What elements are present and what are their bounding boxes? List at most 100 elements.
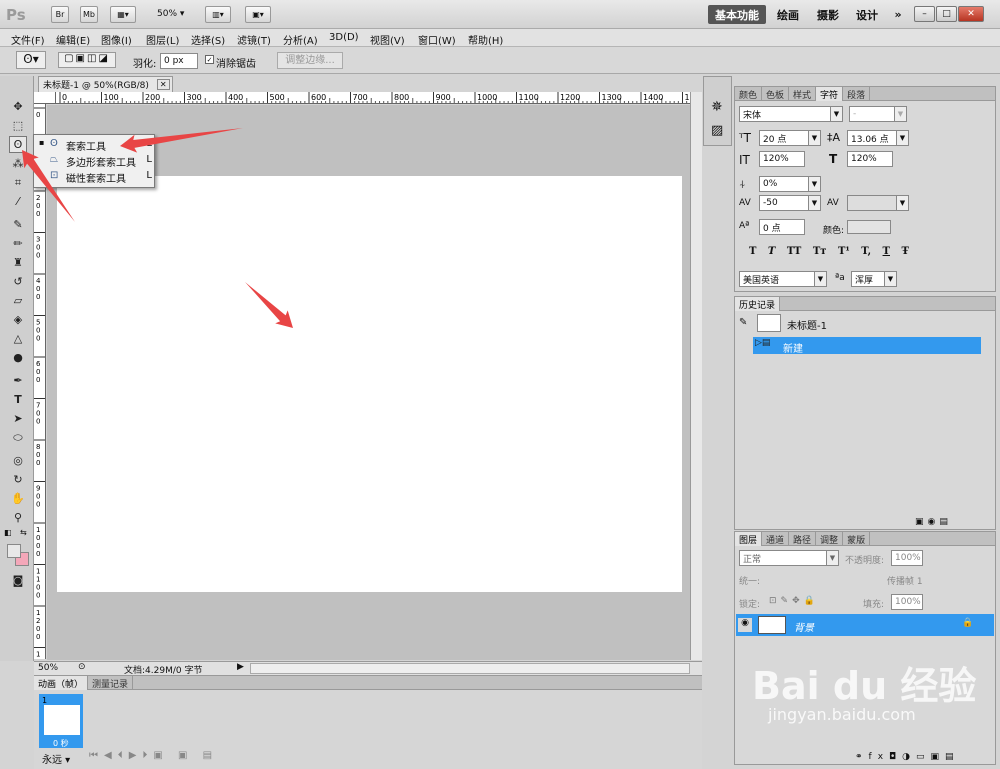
workspace-essentials[interactable]: 基本功能 (708, 5, 766, 24)
font-family-select[interactable]: 宋体 ▼ (739, 106, 843, 122)
lock-icons[interactable]: ⊡✎✥🔒 (769, 596, 819, 606)
antialias-checkbox[interactable]: ✓ (205, 55, 214, 64)
mini-bridge-button[interactable]: Mb (80, 6, 98, 23)
history-state-row[interactable]: ▷▤ 新建 (753, 337, 981, 355)
paint-bucket-tool-icon[interactable]: ◈ (9, 311, 27, 328)
screen-mode-button[interactable]: ▣▾ (245, 6, 271, 23)
font-style-select[interactable]: - ▼ (849, 106, 907, 122)
ruler-origin[interactable] (34, 92, 56, 104)
vertical-scrollbar[interactable] (690, 92, 702, 660)
small-caps-button[interactable]: Tт (813, 246, 827, 257)
zoom-percent[interactable]: 50% (38, 663, 58, 673)
tab-measurement-log[interactable]: 测量记录 (88, 676, 134, 690)
selection-mode-group[interactable]: ▢▣◫◪ (58, 52, 116, 68)
document-tab[interactable]: 未标题-1 @ 50%(RGB/8) ✕ (38, 76, 173, 92)
3d-orbit-tool-icon[interactable]: ↻ (9, 471, 27, 488)
workspace-painting[interactable]: 绘画 (770, 5, 806, 24)
eyedropper-tool-icon[interactable]: ⁄ (9, 193, 27, 210)
leading-select[interactable]: 13.06 点 ▼ (847, 130, 909, 146)
tab-paragraph[interactable]: 段落 (843, 87, 871, 101)
clone-stamp-tool-icon[interactable]: ♜ (9, 254, 27, 271)
language-select[interactable]: 美国英语 ▼ (739, 271, 827, 287)
menu-window[interactable]: 窗口(W) (418, 32, 456, 47)
horizontal-ruler[interactable]: 0 100 200 300 400 500 600 700 800 900 1000 1100 1200… (56, 92, 690, 104)
menu-image[interactable]: 图像(I) (101, 32, 132, 47)
status-arrow-icon[interactable]: ▶ (237, 662, 244, 672)
zoom-tool-icon[interactable]: ⚲ (9, 509, 27, 526)
maximize-button[interactable]: □ (936, 6, 957, 22)
swap-colors-icon[interactable]: ⇆ (20, 528, 27, 537)
workspace-design[interactable]: 设计 (849, 5, 885, 24)
tab-swatches[interactable]: 色板 (762, 87, 790, 101)
text-color-swatch[interactable] (847, 220, 891, 234)
baseline-shift-input[interactable]: 0 点 (759, 219, 805, 235)
frame-delay[interactable]: 0 秒 (53, 738, 69, 749)
status-menu-icon[interactable]: ⊙ (78, 662, 86, 672)
brush-tool-icon[interactable]: ✏ (9, 235, 27, 252)
navigator-icon[interactable]: ✵ (711, 99, 723, 115)
feather-input[interactable]: 0 px (160, 53, 198, 69)
more-workspaces-icon[interactable]: » (888, 5, 908, 24)
shape-tool-icon[interactable]: ⬭ (9, 429, 27, 446)
menu-select[interactable]: 选择(S) (191, 32, 225, 47)
all-caps-button[interactable]: TT (787, 246, 802, 257)
zoom-level-dropdown[interactable]: 50% ▾ (157, 9, 184, 19)
blur-tool-icon[interactable]: △ (9, 330, 27, 347)
snapshot-brush-icon[interactable]: ✎ (739, 317, 747, 328)
bridge-button[interactable]: Br (51, 6, 69, 23)
close-document-icon[interactable]: ✕ (156, 79, 170, 90)
3d-rotate-tool-icon[interactable]: ◎ (9, 452, 27, 469)
quick-mask-icon[interactable]: ◙ (9, 572, 27, 589)
blend-mode-select[interactable]: 正常 ▼ (739, 550, 839, 566)
view-extras-button[interactable]: ▦▾ (110, 6, 136, 23)
tab-masks[interactable]: 蒙版 (843, 532, 871, 546)
superscript-button[interactable]: T¹ (838, 246, 850, 257)
faux-italic-button[interactable]: T (768, 246, 775, 257)
hand-tool-icon[interactable]: ✋ (9, 490, 27, 507)
snapshot-label[interactable]: 未标题-1 (787, 317, 827, 332)
close-button[interactable]: ✕ (958, 6, 984, 22)
tracking-select[interactable]: -50 ▼ (759, 195, 821, 211)
fill-input[interactable]: 100% (891, 594, 923, 610)
type-tool-icon[interactable]: T (9, 391, 27, 408)
faux-bold-button[interactable]: T (749, 246, 756, 257)
marquee-tool-icon[interactable]: ⬚ (9, 117, 27, 134)
move-tool-icon[interactable]: ✥ (9, 98, 27, 115)
menu-view[interactable]: 视图(V) (370, 32, 405, 47)
propagate-frame-label[interactable]: 传播帧 1 (887, 574, 923, 587)
underline-button[interactable]: T (883, 246, 890, 257)
opacity-input[interactable]: 100% (891, 550, 923, 566)
workspace-photography[interactable]: 摄影 (810, 5, 846, 24)
layer-row-background[interactable]: ◉ 背景 🔒 (736, 614, 994, 636)
vertical-scale-input[interactable]: 120% (759, 151, 805, 167)
default-colors-icon[interactable]: ◧ (4, 528, 12, 537)
tab-history[interactable]: 历史记录 (735, 297, 781, 311)
tab-color[interactable]: 颜色 (735, 87, 763, 101)
history-brush-tool-icon[interactable]: ↺ (9, 273, 27, 290)
horizontal-scale-input[interactable]: 120% (847, 151, 893, 167)
healing-brush-tool-icon[interactable]: ✎ (9, 216, 27, 233)
visibility-eye-icon[interactable]: ◉ (738, 618, 752, 632)
subscript-button[interactable]: T, (861, 246, 871, 257)
tsume-select[interactable]: 0% ▼ (759, 176, 821, 192)
crop-tool-icon[interactable]: ⌗ (9, 174, 27, 191)
pen-tool-icon[interactable]: ✒ (9, 372, 27, 389)
eraser-tool-icon[interactable]: ▱ (9, 292, 27, 309)
path-selection-tool-icon[interactable]: ➤ (9, 410, 27, 427)
loop-option[interactable]: 永远 ▾ (42, 751, 70, 766)
horizontal-scrollbar[interactable] (250, 663, 690, 674)
menu-file[interactable]: 文件(F) (11, 32, 45, 47)
arrange-documents-button[interactable]: ▥▾ (205, 6, 231, 23)
tab-character[interactable]: 字符 (816, 87, 844, 101)
quick-selection-tool-icon[interactable]: ⁂ (9, 155, 27, 172)
layer-actions[interactable]: ⚭fx◘◑▭▣▤ (855, 752, 960, 762)
kerning-select[interactable]: ▼ (847, 195, 909, 211)
minimize-button[interactable]: – (914, 6, 935, 22)
menu-edit[interactable]: 编辑(E) (56, 32, 90, 47)
antialias-method-select[interactable]: 浑厚 ▼ (851, 271, 897, 287)
document-canvas[interactable] (57, 176, 682, 592)
menu-3d[interactable]: 3D(D) (329, 32, 359, 43)
lasso-tool-icon[interactable]: ʘ (9, 136, 27, 153)
playback-controls[interactable]: ⏮◀⏴▶⏵▣ ▣ ▤ (89, 750, 218, 761)
tab-paths[interactable]: 路径 (789, 532, 817, 546)
